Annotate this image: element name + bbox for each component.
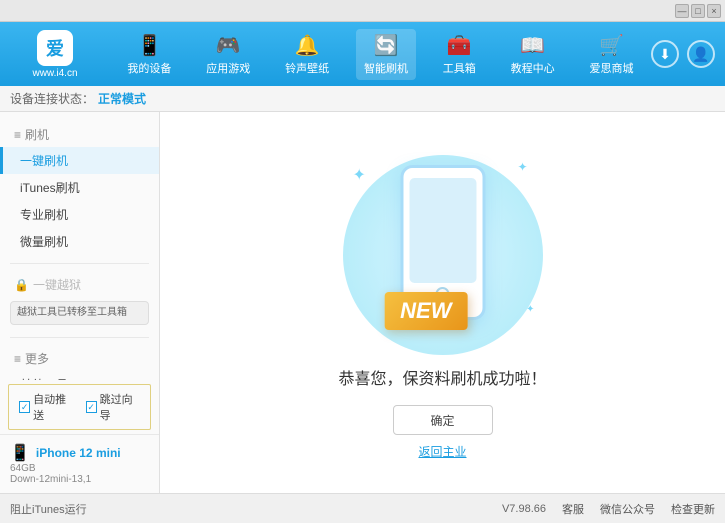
sidebar-section-flash: ≡ 刷机 一键刷机 iTunes刷机 专业刷机 微量刷机 xyxy=(0,118,159,259)
nav-item-shop[interactable]: 🛒 爱思商城 xyxy=(581,29,641,80)
sidebar-section-more: ≡ 更多 其他工具 下载固件 高级功能 xyxy=(0,342,159,380)
minimize-button[interactable]: — xyxy=(675,4,689,18)
smart-flash-icon: 🔄 xyxy=(374,33,399,58)
ringtones-icon: 🔔 xyxy=(295,33,320,58)
my-device-icon: 📱 xyxy=(137,33,162,58)
sidebar-item-one-click-flash[interactable]: 一键刷机 xyxy=(0,147,159,174)
shop-icon: 🛒 xyxy=(599,33,624,58)
tutorials-label: 教程中心 xyxy=(511,60,555,76)
device-area: 📱 iPhone 12 mini 64GB Down-12mini-13,1 xyxy=(0,434,159,493)
logo-icon: 爱 xyxy=(37,30,73,66)
nav-item-ringtones[interactable]: 🔔 铃声壁纸 xyxy=(277,29,337,80)
success-text: 恭喜您，保资料刷机成功啦！ xyxy=(338,365,546,389)
sidebar-section-more-title: ≡ 更多 xyxy=(0,346,159,371)
toolbox-label: 工具箱 xyxy=(443,60,476,76)
device-name: iPhone 12 mini xyxy=(36,446,121,460)
nav-items: 📱 我的设备 🎮 应用游戏 🔔 铃声壁纸 🔄 智能刷机 🧰 工具箱 📖 教程中心… xyxy=(110,29,651,80)
checkbox-area: ✓ 自动推送 ✓ 跳过向导 xyxy=(8,384,151,430)
sidebar-item-itunes-flash[interactable]: iTunes刷机 xyxy=(0,174,159,201)
sidebar-section-flash-title: ≡ 刷机 xyxy=(0,122,159,147)
sidebar-divider-2 xyxy=(10,337,149,338)
logo-char: 爱 xyxy=(46,35,64,61)
bottom-bar: 阻止iTunes运行 V7.98.66 客服 微信公众号 检查更新 xyxy=(0,493,725,523)
sidebar-item-other-tools[interactable]: 其他工具 xyxy=(0,371,159,380)
success-illustration: NEW ✦ ✦ ✦ xyxy=(333,145,553,365)
nav-item-apps-games[interactable]: 🎮 应用游戏 xyxy=(198,29,258,80)
close-button[interactable]: × xyxy=(707,4,721,18)
download-button[interactable]: ⬇ xyxy=(651,40,679,68)
logo-area: 爱 www.i4.cn xyxy=(0,30,110,79)
sidebar: ≡ 刷机 一键刷机 iTunes刷机 专业刷机 微量刷机 🔒 一键越狱 越狱工具… xyxy=(0,112,160,493)
sparkle-2: ✦ xyxy=(517,160,527,174)
device-version: Down-12mini-13,1 xyxy=(10,474,149,485)
skip-wizard-checkbox[interactable]: ✓ xyxy=(86,401,97,413)
tutorials-icon: 📖 xyxy=(520,33,545,58)
bottom-bar-right: V7.98.66 客服 微信公众号 检查更新 xyxy=(502,501,715,517)
return-link[interactable]: 返回主业 xyxy=(418,443,466,460)
top-nav: 爱 www.i4.cn 📱 我的设备 🎮 应用游戏 🔔 铃声壁纸 🔄 智能刷机 … xyxy=(0,22,725,86)
status-value: 正常模式 xyxy=(98,90,146,107)
more-section-icon: ≡ xyxy=(14,352,21,366)
skip-wizard-label: 跳过向导 xyxy=(100,391,140,423)
sidebar-item-pro-flash[interactable]: 专业刷机 xyxy=(0,201,159,228)
lock-icon: 🔒 xyxy=(14,278,29,292)
auto-push-label: 自动推送 xyxy=(33,391,73,423)
version-label: V7.98.66 xyxy=(502,503,546,515)
status-label: 设备连接状态： xyxy=(10,90,94,107)
sparkle-1: ✦ xyxy=(353,165,366,185)
confirm-button[interactable]: 确定 xyxy=(393,405,493,435)
sidebar-scroll: ≡ 刷机 一键刷机 iTunes刷机 专业刷机 微量刷机 🔒 一键越狱 越狱工具… xyxy=(0,112,159,380)
logo-url: www.i4.cn xyxy=(32,68,77,79)
sidebar-item-micro-flash[interactable]: 微量刷机 xyxy=(0,228,159,255)
apps-games-label: 应用游戏 xyxy=(206,60,250,76)
sparkle-3: ✦ xyxy=(526,304,534,315)
title-bar: — □ × xyxy=(0,0,725,22)
device-phone-icon: 📱 xyxy=(10,443,30,463)
nav-item-toolbox[interactable]: 🧰 工具箱 xyxy=(435,29,484,80)
nav-right: ⬇ 👤 xyxy=(651,40,725,68)
new-badge: NEW xyxy=(384,292,467,330)
smart-flash-label: 智能刷机 xyxy=(364,60,408,76)
customer-service-link[interactable]: 客服 xyxy=(562,501,584,517)
checkbox-skip-wizard[interactable]: ✓ 跳过向导 xyxy=(86,391,141,423)
check-update-link[interactable]: 检查更新 xyxy=(671,501,715,517)
phone-screen xyxy=(409,178,476,283)
sidebar-section-jailbreak-title: 🔒 一键越狱 xyxy=(0,272,159,297)
nav-item-tutorials[interactable]: 📖 教程中心 xyxy=(503,29,563,80)
jailbreak-notice: 越狱工具已转移至工具箱 xyxy=(10,301,149,325)
block-itunes-button[interactable]: 阻止iTunes运行 xyxy=(10,501,87,517)
my-device-label: 我的设备 xyxy=(127,60,171,76)
toolbox-icon: 🧰 xyxy=(447,33,472,58)
restore-button[interactable]: □ xyxy=(691,4,705,18)
device-storage: 64GB xyxy=(10,463,149,474)
checkbox-auto-push[interactable]: ✓ 自动推送 xyxy=(19,391,74,423)
shop-label: 爱思商城 xyxy=(589,60,633,76)
content-area: NEW ✦ ✦ ✦ 恭喜您，保资料刷机成功啦！ 确定 返回主业 xyxy=(160,112,725,493)
ringtones-label: 铃声壁纸 xyxy=(285,60,329,76)
wechat-link[interactable]: 微信公众号 xyxy=(600,501,655,517)
flash-section-icon: ≡ xyxy=(14,128,21,142)
apps-games-icon: 🎮 xyxy=(216,33,241,58)
nav-item-smart-flash[interactable]: 🔄 智能刷机 xyxy=(356,29,416,80)
nav-item-my-device[interactable]: 📱 我的设备 xyxy=(119,29,179,80)
main-area: ≡ 刷机 一键刷机 iTunes刷机 专业刷机 微量刷机 🔒 一键越狱 越狱工具… xyxy=(0,112,725,493)
user-button[interactable]: 👤 xyxy=(687,40,715,68)
status-bar: 设备连接状态： 正常模式 xyxy=(0,86,725,112)
sidebar-section-jailbreak: 🔒 一键越狱 越狱工具已转移至工具箱 xyxy=(0,268,159,333)
sidebar-divider-1 xyxy=(10,263,149,264)
auto-push-checkbox[interactable]: ✓ xyxy=(19,401,30,413)
